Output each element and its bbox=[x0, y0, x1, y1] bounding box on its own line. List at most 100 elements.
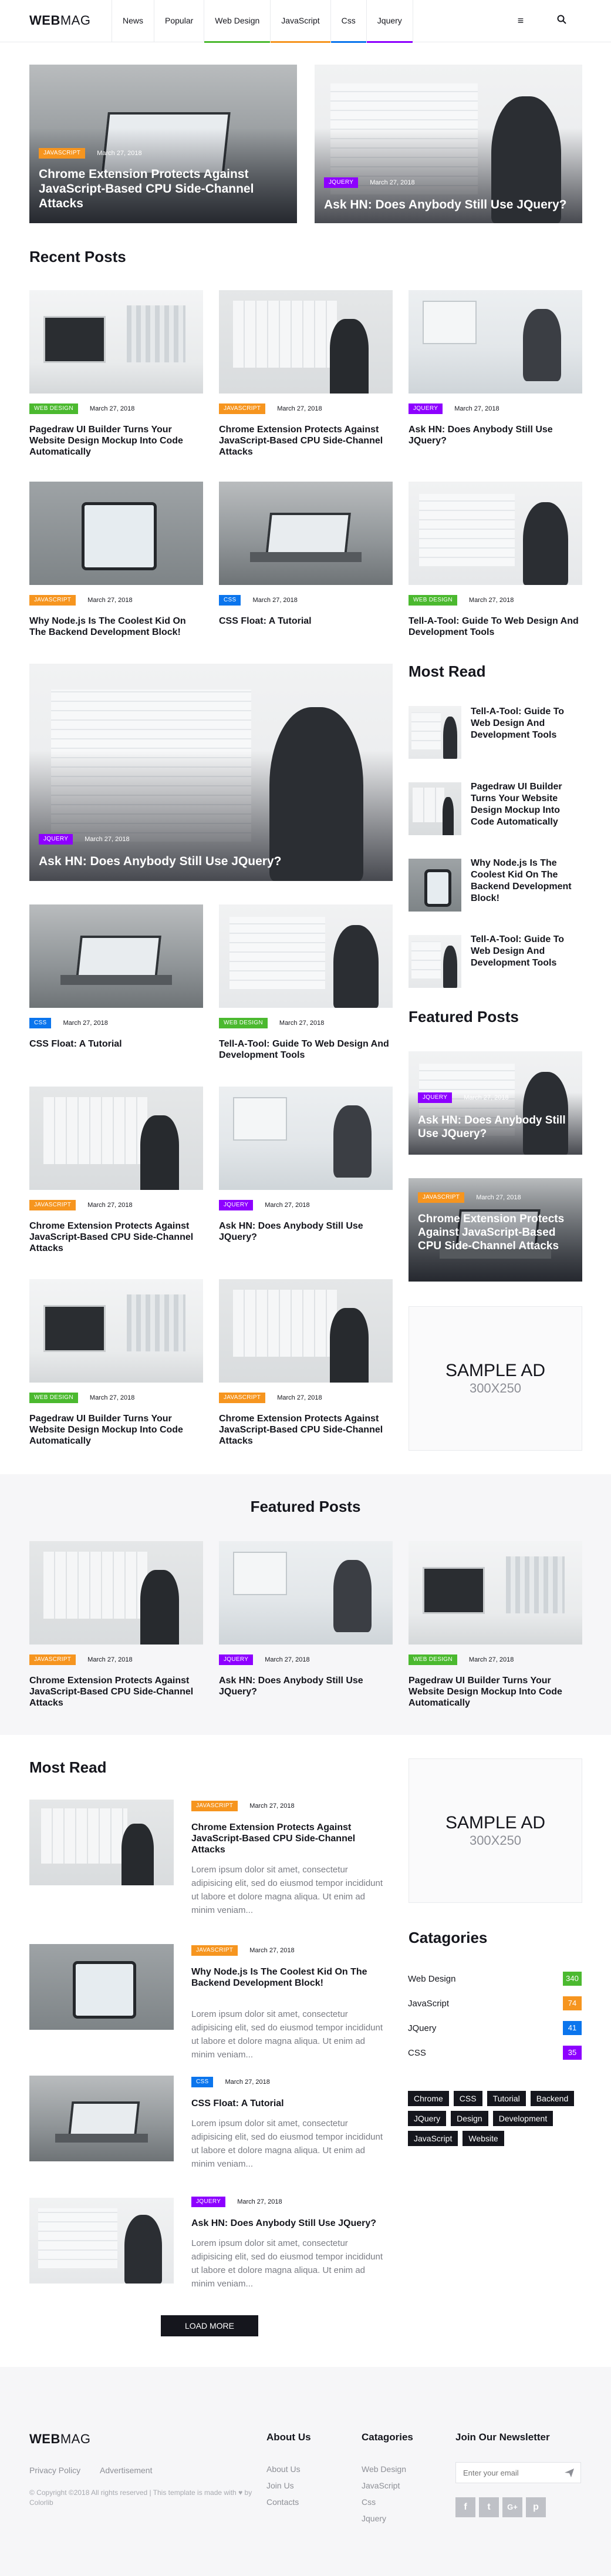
category-tag[interactable]: JAVASCRIPT bbox=[219, 1393, 266, 1403]
post-title[interactable]: CSS Float: A Tutorial bbox=[219, 616, 393, 627]
category-tag[interactable]: JAVASCRIPT bbox=[39, 148, 86, 159]
hero-title[interactable]: Ask HN: Does Anybody Still Use JQuery? bbox=[39, 854, 379, 869]
site-logo[interactable]: WEBMAG bbox=[29, 13, 90, 28]
post-image[interactable] bbox=[29, 2076, 174, 2161]
search-icon[interactable] bbox=[554, 13, 569, 28]
footer-link[interactable]: Jquery bbox=[362, 2514, 386, 2523]
tag-css[interactable]: CSS bbox=[453, 2091, 482, 2106]
category-css[interactable]: CSS 35 bbox=[408, 2045, 582, 2060]
category-tag[interactable]: JQUERY bbox=[324, 177, 359, 188]
footer-link[interactable]: Join Us bbox=[266, 2481, 294, 2490]
tag-tutorial[interactable]: Tutorial bbox=[487, 2091, 526, 2106]
nav-css[interactable]: Css bbox=[330, 0, 366, 43]
post-image[interactable] bbox=[409, 290, 582, 394]
category-tag[interactable]: WEB DESIGN bbox=[219, 1018, 268, 1028]
load-more-button[interactable]: LOAD MORE bbox=[161, 2315, 258, 2336]
footer-link[interactable]: JavaScript bbox=[362, 2481, 400, 2490]
category-tag[interactable]: JAVASCRIPT bbox=[219, 403, 266, 414]
footer-link[interactable]: Css bbox=[362, 2497, 376, 2507]
tag-design[interactable]: Design bbox=[451, 2111, 488, 2126]
category-tag[interactable]: WEB DESIGN bbox=[29, 403, 78, 414]
post-title[interactable]: Tell-A-Tool: Guide To Web Design And Dev… bbox=[219, 1038, 393, 1061]
category-tag[interactable]: JAVASCRIPT bbox=[29, 595, 76, 606]
tag-backend[interactable]: Backend bbox=[530, 2091, 575, 2106]
post-title[interactable]: Ask HN: Does Anybody Still Use JQuery? bbox=[409, 424, 582, 446]
category-tag[interactable]: JAVASCRIPT bbox=[191, 1945, 238, 1956]
post-image[interactable] bbox=[29, 904, 203, 1008]
post-title[interactable]: Tell-A-Tool: Guide To Web Design And Dev… bbox=[409, 616, 582, 638]
category-tag[interactable]: WEB DESIGN bbox=[409, 1654, 457, 1665]
tag-jquery[interactable]: JQuery bbox=[408, 2111, 447, 2126]
tag-chrome[interactable]: Chrome bbox=[408, 2091, 449, 2106]
footer-link[interactable]: Contacts bbox=[266, 2497, 299, 2507]
facebook-icon[interactable]: f bbox=[455, 2497, 475, 2517]
post-title[interactable]: Why Node.js Is The Coolest Kid On The Ba… bbox=[191, 1966, 385, 1989]
google-plus-icon[interactable]: G+ bbox=[502, 2497, 522, 2517]
post-title[interactable]: Ask HN: Does Anybody Still Use JQuery? bbox=[219, 1220, 393, 1243]
post-image[interactable] bbox=[29, 1944, 174, 2030]
thumb-image[interactable] bbox=[409, 935, 461, 988]
most-read-title[interactable]: Pagedraw UI Builder Turns Your Website D… bbox=[471, 781, 582, 828]
category-jquery[interactable]: JQuery 41 bbox=[408, 2020, 582, 2036]
post-image[interactable] bbox=[29, 482, 203, 585]
thumb-image[interactable] bbox=[409, 859, 461, 912]
post-title[interactable]: Chrome Extension Protects Against JavaSc… bbox=[191, 1822, 385, 1855]
post-image[interactable] bbox=[29, 1800, 174, 1885]
sample-ad[interactable]: SAMPLE AD 300X250 bbox=[409, 1758, 582, 1903]
most-read-title[interactable]: Tell-A-Tool: Guide To Web Design And Dev… bbox=[471, 934, 582, 969]
category-javascript[interactable]: JavaScript 74 bbox=[408, 1996, 582, 2011]
sample-ad[interactable]: SAMPLE AD 300X250 bbox=[409, 1306, 582, 1451]
category-tag[interactable]: CSS bbox=[219, 595, 241, 606]
category-tag[interactable]: JQUERY bbox=[219, 1200, 254, 1210]
post-image[interactable] bbox=[29, 290, 203, 394]
post-image[interactable] bbox=[409, 1541, 582, 1645]
category-tag[interactable]: JQUERY bbox=[191, 2197, 226, 2207]
post-title[interactable]: Chrome Extension Protects Against JavaSc… bbox=[29, 1675, 203, 1709]
post-image[interactable] bbox=[29, 1279, 203, 1383]
post-title[interactable]: Why Node.js Is The Coolest Kid On The Ba… bbox=[29, 616, 203, 638]
tag-javascript[interactable]: JavaScript bbox=[408, 2131, 458, 2146]
email-input[interactable] bbox=[456, 2463, 556, 2483]
category-web-design[interactable]: Web Design 340 bbox=[408, 1971, 582, 1986]
featured-big-post[interactable] bbox=[29, 664, 393, 881]
post-title[interactable]: Chrome Extension Protects Against JavaSc… bbox=[29, 1220, 203, 1254]
hero-title[interactable]: Chrome Extension Protects Against JavaSc… bbox=[39, 167, 285, 211]
post-title[interactable]: Chrome Extension Protects Against JavaSc… bbox=[219, 424, 393, 458]
category-tag[interactable]: JQUERY bbox=[409, 403, 443, 414]
post-image[interactable] bbox=[409, 482, 582, 585]
hamburger-icon[interactable]: ≡ bbox=[513, 13, 528, 28]
most-read-title[interactable]: Why Node.js Is The Coolest Kid On The Ba… bbox=[471, 857, 582, 904]
hero-title[interactable]: Ask HN: Does Anybody Still Use JQuery? bbox=[324, 197, 571, 212]
hero-title[interactable]: Chrome Extension Protects Against JavaSc… bbox=[418, 1212, 571, 1253]
footer-link[interactable]: Web Design bbox=[362, 2464, 406, 2474]
category-tag[interactable]: JAVASCRIPT bbox=[29, 1654, 76, 1665]
nav-web-design[interactable]: Web Design bbox=[204, 0, 271, 43]
twitter-icon[interactable]: t bbox=[479, 2497, 499, 2517]
post-title[interactable]: Pagedraw UI Builder Turns Your Website D… bbox=[29, 424, 203, 458]
post-title[interactable]: Ask HN: Does Anybody Still Use JQuery? bbox=[219, 1675, 393, 1697]
footer-logo[interactable]: WEBMAG bbox=[29, 2432, 90, 2447]
post-image[interactable] bbox=[219, 1279, 393, 1383]
hero-title[interactable]: Ask HN: Does Anybody Still Use JQuery? bbox=[418, 1114, 571, 1141]
nav-popular[interactable]: Popular bbox=[154, 0, 204, 42]
post-title[interactable]: Pagedraw UI Builder Turns Your Website D… bbox=[29, 1413, 203, 1447]
category-tag[interactable]: JAVASCRIPT bbox=[418, 1192, 465, 1203]
most-read-title[interactable]: Tell-A-Tool: Guide To Web Design And Dev… bbox=[471, 706, 582, 741]
pinterest-icon[interactable]: p bbox=[526, 2497, 546, 2517]
privacy-policy-link[interactable]: Privacy Policy bbox=[29, 2466, 80, 2475]
post-image[interactable] bbox=[219, 904, 393, 1008]
post-image[interactable] bbox=[29, 2198, 174, 2284]
post-title[interactable]: CSS Float: A Tutorial bbox=[191, 2098, 385, 2109]
nav-javascript[interactable]: JavaScript bbox=[270, 0, 330, 43]
post-image[interactable] bbox=[29, 1087, 203, 1190]
tag-development[interactable]: Development bbox=[492, 2111, 553, 2126]
post-image[interactable] bbox=[219, 482, 393, 585]
post-image[interactable] bbox=[219, 1087, 393, 1190]
post-title[interactable]: CSS Float: A Tutorial bbox=[29, 1038, 203, 1050]
category-tag[interactable]: WEB DESIGN bbox=[409, 595, 457, 606]
category-tag[interactable]: JAVASCRIPT bbox=[191, 1801, 238, 1811]
thumb-image[interactable] bbox=[409, 782, 461, 835]
post-title[interactable]: Ask HN: Does Anybody Still Use JQuery? bbox=[191, 2218, 385, 2229]
post-title[interactable]: Chrome Extension Protects Against JavaSc… bbox=[219, 1413, 393, 1447]
post-image[interactable] bbox=[219, 290, 393, 394]
